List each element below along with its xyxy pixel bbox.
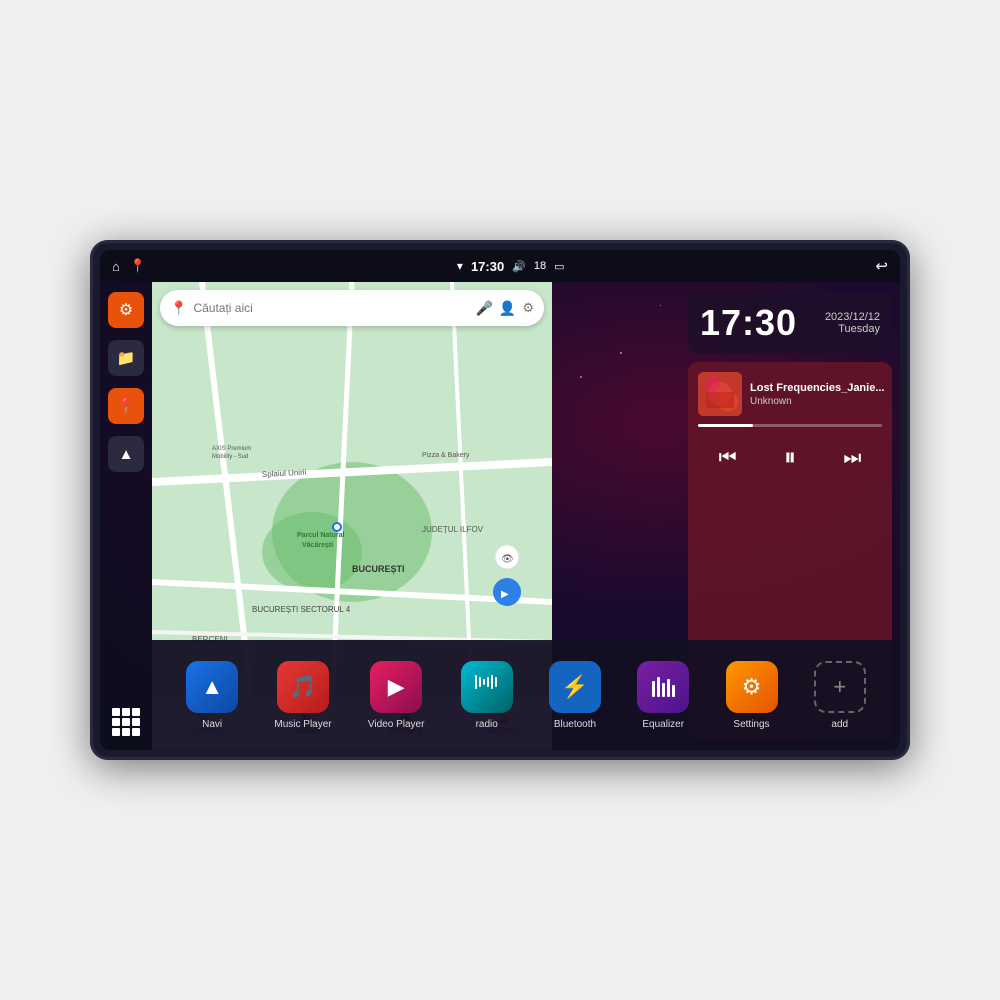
music-controls: ⏮ ⏸ ⏭: [698, 437, 882, 479]
music-player-icon: 🎵: [277, 661, 329, 713]
add-label: add: [831, 719, 848, 730]
svg-text:Văcărești: Văcărești: [302, 542, 333, 549]
svg-text:Pizza & Bakery: Pizza & Bakery: [422, 452, 470, 459]
progress-bar[interactable]: [698, 424, 882, 427]
maps-status-icon[interactable]: 📍: [130, 258, 146, 274]
video-player-icon: ▶: [370, 661, 422, 713]
clock-date-day: Tuesday: [825, 323, 880, 335]
clock-date-display: 2023/12/12 Tuesday: [825, 311, 880, 335]
home-icon[interactable]: ⌂: [112, 259, 120, 274]
app-radio[interactable]: radio: [461, 661, 513, 730]
sidebar-item-settings[interactable]: ⚙: [108, 292, 144, 328]
status-bar: ⌂ 📍 ▾ 17:30 🔊 18 ▭ ↩: [100, 250, 900, 282]
account-icon[interactable]: 👤: [499, 300, 516, 317]
track-title: Lost Frequencies_Janie...: [750, 382, 885, 394]
app-video-player[interactable]: ▶ Video Player: [368, 661, 425, 730]
map-search-bar[interactable]: 📍 🎤 👤 ⚙: [160, 290, 544, 326]
navi-label: Navi: [202, 719, 222, 730]
back-icon[interactable]: ↩: [875, 257, 888, 275]
map-svg: Splaiul Unirii BUCUREȘTI JUDEȚUL ILFOV B…: [152, 282, 552, 702]
sidebar-item-apps[interactable]: [108, 704, 144, 740]
clock-time-display: 17:30: [700, 302, 797, 344]
status-right: ↩: [875, 257, 888, 275]
app-bluetooth[interactable]: ⚡ Bluetooth: [549, 661, 601, 730]
radio-icon: [461, 661, 513, 713]
clock-date-value: 2023/12/12: [825, 311, 880, 323]
battery-icon: ▭: [554, 260, 564, 273]
car-display-device: ⌂ 📍 ▾ 17:30 🔊 18 ▭ ↩: [90, 240, 910, 760]
sidebar-item-files[interactable]: 📁: [108, 340, 144, 376]
settings-label: Settings: [733, 719, 769, 730]
battery-level: 18: [534, 260, 546, 272]
svg-text:👁: 👁: [501, 554, 514, 565]
app-add[interactable]: + add: [814, 661, 866, 730]
add-icon: +: [814, 661, 866, 713]
clock-widget: 17:30 2023/12/12 Tuesday: [688, 292, 892, 354]
app-dock: ▲ Navi 🎵 Music Player ▶ Video Play: [152, 640, 900, 750]
mic-icon[interactable]: 🎤: [475, 300, 492, 317]
sidebar: ⚙ 📁 📍 ▲: [100, 282, 152, 750]
app-music-player[interactable]: 🎵 Music Player: [274, 661, 331, 730]
bluetooth-label: Bluetooth: [554, 719, 596, 730]
svg-text:AXIS Premium: AXIS Premium: [212, 446, 251, 452]
svg-text:BUCUREȘTI SECTORUL 4: BUCUREȘTI SECTORUL 4: [252, 605, 351, 614]
arrow-nav-icon: ▲: [119, 446, 134, 463]
app-navi[interactable]: ▲ Navi: [186, 661, 238, 730]
svg-text:▶: ▶: [501, 589, 509, 600]
video-player-label: Video Player: [368, 719, 425, 730]
settings-map-icon[interactable]: ⚙: [522, 300, 534, 316]
sidebar-item-navi[interactable]: ▲: [108, 436, 144, 472]
settings-icon: ⚙: [119, 300, 133, 320]
wifi-icon: ▾: [457, 259, 463, 273]
track-artist: Unknown: [750, 396, 885, 407]
files-icon: 📁: [117, 349, 136, 367]
app-equalizer[interactable]: Equalizer: [637, 661, 689, 730]
status-left-icons: ⌂ 📍: [112, 258, 146, 274]
settings-app-icon: ⚙: [726, 661, 778, 713]
grid-apps-icon: [112, 708, 140, 736]
music-player-label: Music Player: [274, 719, 331, 730]
navi-icon: ▲: [186, 661, 238, 713]
clock-status: 17:30: [471, 259, 504, 274]
svg-text:BUCUREȘTI: BUCUREȘTI: [352, 564, 405, 574]
google-maps-icon: 📍: [170, 300, 187, 317]
volume-icon: 🔊: [512, 260, 526, 273]
prev-button[interactable]: ⏮: [710, 440, 746, 476]
next-button[interactable]: ⏭: [834, 440, 870, 476]
screen: ⌂ 📍 ▾ 17:30 🔊 18 ▭ ↩: [100, 250, 900, 750]
svg-text:Parcul Natural: Parcul Natural: [297, 532, 345, 539]
app-settings[interactable]: ⚙ Settings: [726, 661, 778, 730]
progress-fill: [698, 424, 753, 427]
sidebar-item-maps[interactable]: 📍: [108, 388, 144, 424]
map-search-input[interactable]: [193, 301, 469, 315]
status-center: ▾ 17:30 🔊 18 ▭: [457, 259, 565, 274]
main-area: ⚙ 📁 📍 ▲: [100, 282, 900, 750]
album-art: [698, 372, 742, 416]
pause-button[interactable]: ⏸: [769, 437, 811, 479]
svg-text:Mobility - Sud: Mobility - Sud: [212, 454, 248, 460]
equalizer-label: Equalizer: [642, 719, 684, 730]
equalizer-icon: [637, 661, 689, 713]
radio-label: radio: [476, 719, 498, 730]
bluetooth-icon: ⚡: [549, 661, 601, 713]
svg-text:JUDEȚUL ILFOV: JUDEȚUL ILFOV: [422, 525, 484, 534]
music-track-info: Lost Frequencies_Janie... Unknown: [698, 372, 882, 416]
track-details: Lost Frequencies_Janie... Unknown: [750, 382, 885, 407]
pin-icon: 📍: [117, 397, 136, 415]
